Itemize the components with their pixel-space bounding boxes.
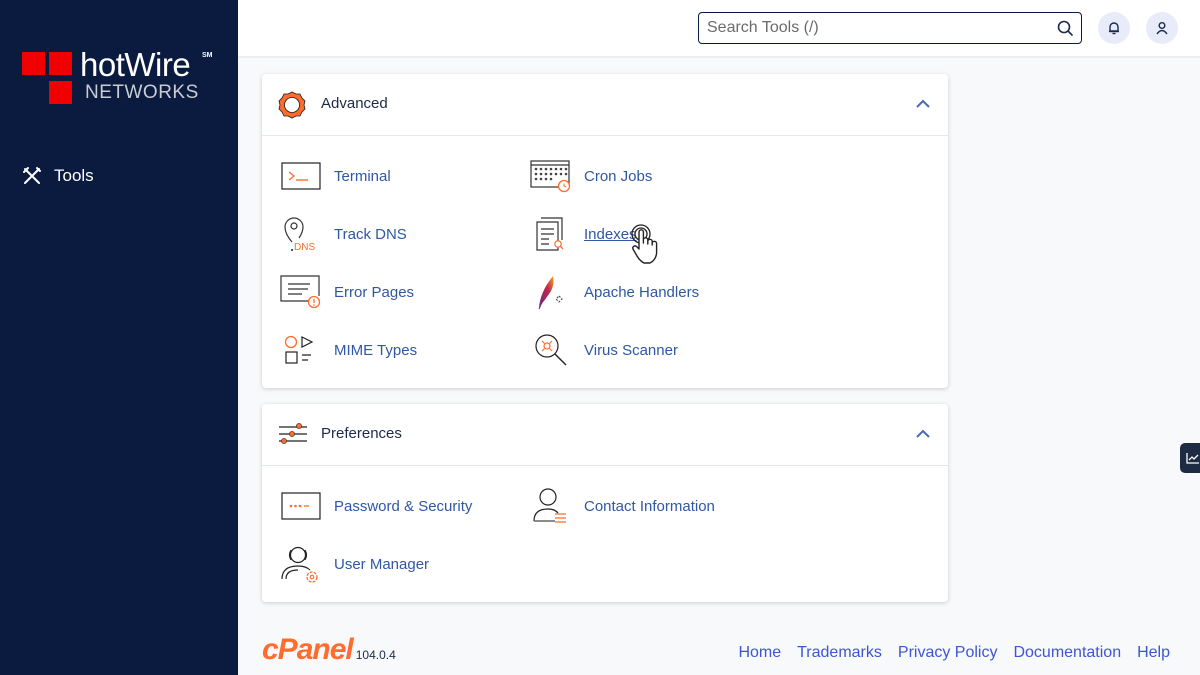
tool-label: Contact Information <box>584 497 715 515</box>
cron-jobs-icon <box>530 160 571 193</box>
chevron-up-icon[interactable] <box>916 99 930 108</box>
tool-label: Password & Security <box>334 497 473 515</box>
section-header[interactable]: Preferences <box>262 404 948 466</box>
track-dns-icon: DNS <box>284 217 315 253</box>
user-menu-button[interactable] <box>1146 12 1178 44</box>
notifications-button[interactable] <box>1098 12 1130 44</box>
virus-scanner-icon <box>535 334 567 366</box>
section-preferences: Preferences Password & Security Contact … <box>262 404 948 602</box>
tool-password-security[interactable]: Password & Security <box>280 486 472 526</box>
tool-indexes[interactable]: Indexes <box>530 214 637 254</box>
logo-brand: hotWire <box>80 46 191 83</box>
tool-user-manager[interactable]: User Manager <box>280 544 429 584</box>
cpanel-version: 104.0.4 <box>355 648 396 662</box>
tool-apache-handlers[interactable]: Apache Handlers <box>530 272 699 312</box>
indexes-icon <box>536 217 564 251</box>
logo-square <box>49 52 72 75</box>
logo-sm: SM <box>202 52 213 59</box>
tool-label: Cron Jobs <box>584 167 653 185</box>
cpanel-logo: cPanel 104.0.4 <box>262 633 396 666</box>
topbar <box>238 0 1200 58</box>
tool-label: MIME Types <box>334 341 418 359</box>
error-pages-icon <box>280 275 321 309</box>
user-icon <box>1156 22 1168 35</box>
apache-feather-icon <box>538 276 563 310</box>
footer-link-trademarks[interactable]: Trademarks <box>797 644 882 662</box>
password-icon <box>281 492 321 520</box>
tool-contact-information[interactable]: Contact Information <box>530 486 715 526</box>
section-header[interactable]: Advanced <box>262 74 948 136</box>
section-title: Preferences <box>321 425 402 442</box>
contact-info-icon <box>533 488 566 523</box>
tool-mime-types[interactable]: MIME Types <box>280 330 417 370</box>
footer-links: Home Trademarks Privacy Policy Documenta… <box>738 644 1170 662</box>
tool-label: Terminal <box>334 167 391 185</box>
tools-icon <box>23 167 41 184</box>
tool-terminal[interactable]: Terminal <box>280 156 391 196</box>
search-icon[interactable] <box>1057 20 1073 36</box>
stats-side-tab[interactable] <box>1180 443 1200 473</box>
hotwire-logo[interactable]: hotWire SM NETWORKS <box>22 46 222 106</box>
sliders-icon <box>279 423 307 444</box>
chevron-up-icon[interactable] <box>916 429 930 438</box>
mime-types-icon <box>284 335 314 364</box>
chart-icon <box>1186 453 1199 464</box>
tool-label: Error Pages <box>334 283 415 301</box>
footer-link-help[interactable]: Help <box>1137 644 1170 662</box>
section-advanced: Advanced Terminal Cron Jobs DNS Track DN… <box>262 74 948 388</box>
section-title: Advanced <box>321 95 388 112</box>
sidebar: hotWire SM NETWORKS Tools <box>0 0 238 675</box>
footer-link-documentation[interactable]: Documentation <box>1013 644 1121 662</box>
tool-error-pages[interactable]: Error Pages <box>280 272 414 312</box>
tool-track-dns[interactable]: DNS Track DNS <box>280 214 407 254</box>
sidebar-item-label: Tools <box>54 166 94 185</box>
footer-link-home[interactable]: Home <box>738 644 781 662</box>
logo-square <box>22 52 45 75</box>
user-manager-icon <box>281 546 318 583</box>
search-input[interactable] <box>707 17 1047 39</box>
tool-cron-jobs[interactable]: Cron Jobs <box>530 156 652 196</box>
sidebar-item-tools[interactable]: Tools <box>22 162 94 190</box>
tool-virus-scanner[interactable]: Virus Scanner <box>530 330 678 370</box>
svg-text:DNS: DNS <box>294 242 315 253</box>
tool-label: Apache Handlers <box>584 283 700 301</box>
logo-subtitle: NETWORKS <box>85 82 199 103</box>
tool-label: User Manager <box>334 555 430 573</box>
cpanel-brand: cPanel <box>262 633 354 666</box>
tool-label: Virus Scanner <box>584 341 678 359</box>
bell-icon <box>1109 22 1119 35</box>
search-box <box>698 12 1082 44</box>
gear-icon <box>278 91 306 119</box>
hand-pointer-cursor <box>631 224 658 264</box>
terminal-icon <box>281 162 321 190</box>
footer-link-privacy-policy[interactable]: Privacy Policy <box>898 644 998 662</box>
tool-label: Track DNS <box>334 225 407 243</box>
logo-square <box>49 81 72 104</box>
